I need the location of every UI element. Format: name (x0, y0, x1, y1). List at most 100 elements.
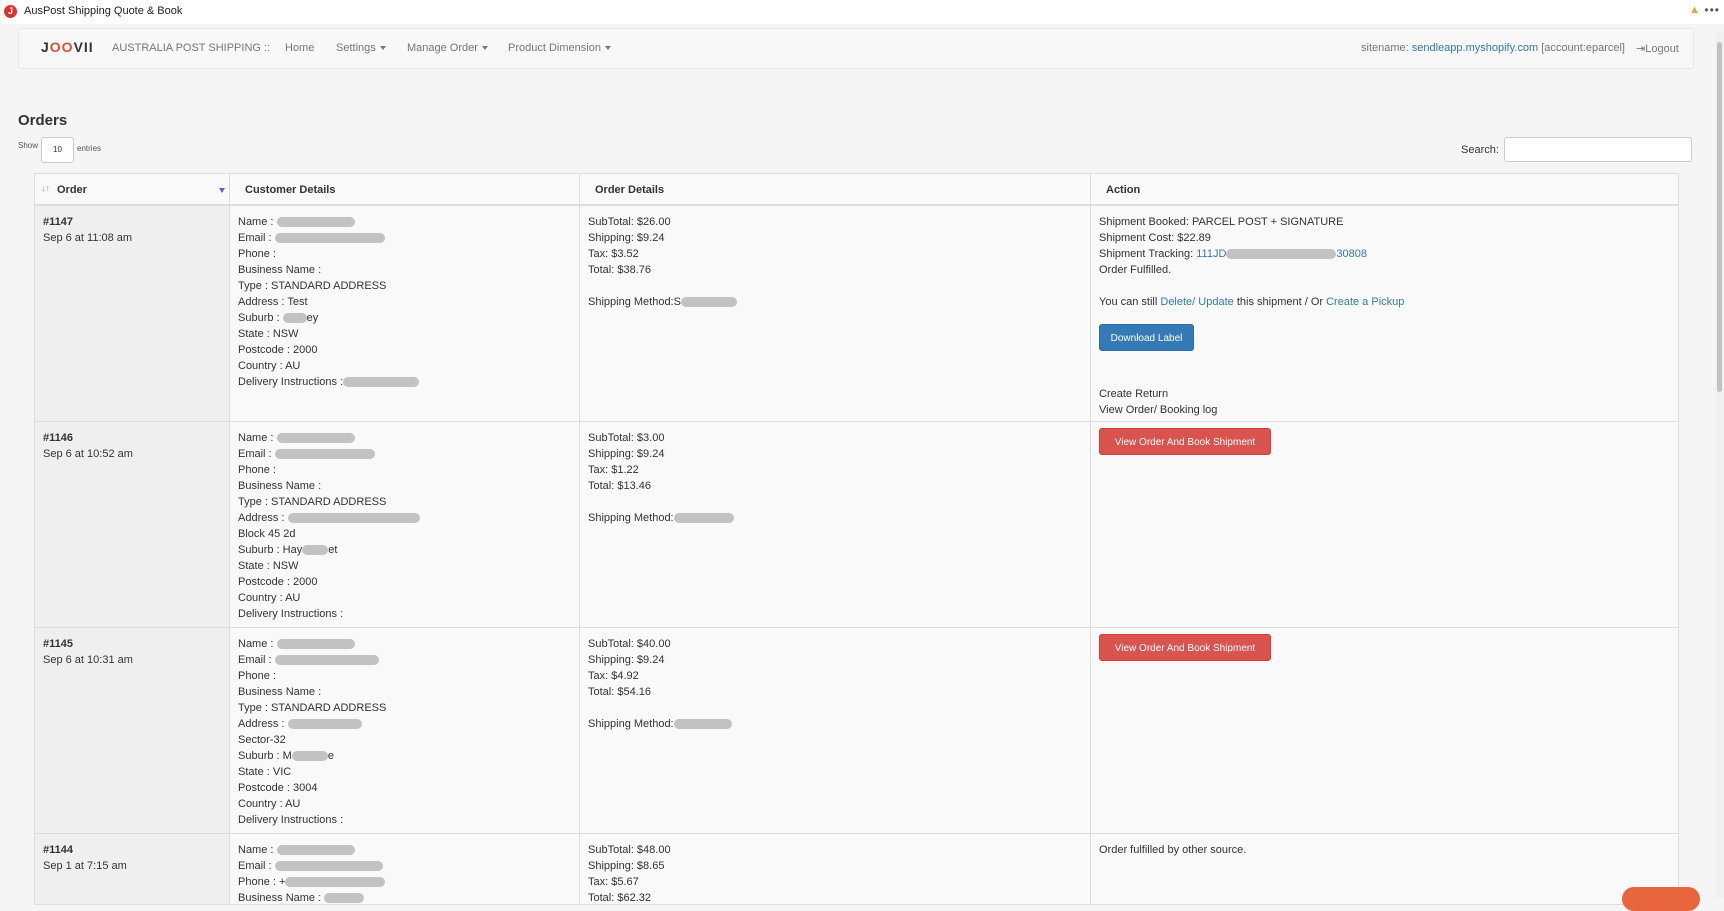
order-details-cell: SubTotal: $48.00 Shipping: $8.65 Tax: $5… (580, 834, 1091, 904)
order-date: Sep 1 at 7:15 am (43, 860, 127, 872)
shipment-booked: Shipment Booked: PARCEL POST + SIGNATURE (1099, 216, 1344, 228)
customer-type: Type : STANDARD ADDRESS (238, 280, 387, 292)
logo-oo: OO (49, 39, 74, 55)
shipping-method-label: Shipping Method: (588, 718, 674, 730)
pin-icon[interactable]: ▲ (1689, 4, 1700, 16)
table-row: #1147 Sep 6 at 11:08 am Name : Email : P… (35, 206, 1678, 422)
tracking-suffix: 30808 (1336, 248, 1367, 260)
search-label: Search: (1461, 144, 1499, 156)
customer-state: State : NSW (238, 328, 299, 340)
fulfilled-other-source-text: Order fulfilled by other source. (1099, 844, 1247, 856)
app-icon: J (4, 5, 17, 18)
customer-postcode: Postcode : 2000 (238, 344, 318, 356)
search-input[interactable] (1504, 137, 1692, 162)
order-subtotal: SubTotal: $3.00 (588, 432, 665, 444)
scrollbar-thumb[interactable] (1717, 42, 1722, 392)
chat-widget-button[interactable] (1622, 887, 1700, 911)
order-total: Total: $13.46 (588, 480, 651, 492)
order-shipping: Shipping: $9.24 (588, 654, 665, 666)
customer-cell: Name : Email : Phone : Business Name : T… (230, 628, 580, 833)
window-title: AusPost Shipping Quote & Book (24, 5, 183, 17)
customer-country: Country : AU (238, 592, 301, 604)
page-scrollbar[interactable] (1715, 32, 1724, 898)
order-tax: Tax: $5.67 (588, 876, 639, 888)
order-tax: Tax: $1.22 (588, 464, 639, 476)
nav-manage-order-dropdown[interactable]: Manage Order (407, 42, 488, 54)
nav-product-dimension-dropdown[interactable]: Product Dimension (508, 42, 611, 54)
order-number: #1145 (43, 638, 73, 650)
redacted-value (285, 877, 386, 888)
column-header-customer[interactable]: Customer Details (245, 184, 335, 196)
still-text: You can still (1099, 296, 1158, 308)
redacted-value (276, 639, 355, 650)
delete-link[interactable]: Delete/ (1160, 296, 1195, 308)
view-booking-log-link[interactable]: View Order/ Booking log (1099, 402, 1217, 418)
logout-label: Logout (1645, 43, 1679, 55)
shipping-method-label: Shipping Method:S (588, 296, 681, 308)
redacted-value (276, 433, 355, 444)
more-options-icon[interactable]: ••• (1704, 3, 1720, 17)
order-total: Total: $38.76 (588, 264, 651, 276)
logout-icon: ⇥ (1636, 43, 1646, 55)
order-subtotal: SubTotal: $40.00 (588, 638, 671, 650)
redacted-value (343, 377, 420, 388)
tracking-link[interactable]: 111JD 30808 (1196, 248, 1367, 260)
sitename-link[interactable]: sendleapp.myshopify.com (1412, 42, 1538, 54)
order-subtotal: SubTotal: $26.00 (588, 216, 671, 228)
redacted-value (302, 545, 329, 556)
orders-table: ↓↑ Order Customer Details Order Details … (34, 173, 1679, 905)
view-order-book-shipment-button[interactable]: View Order And Book Shipment (1099, 428, 1271, 455)
order-cell: #1145 Sep 6 at 10:31 am (35, 628, 230, 833)
customer-type: Type : STANDARD ADDRESS (238, 702, 387, 714)
sort-icon[interactable]: ↓↑ (41, 183, 50, 193)
customer-email-label: Email : (238, 860, 272, 872)
sitename-info: sitename: sendleapp.myshopify.com [accou… (1361, 42, 1625, 54)
view-order-book-shipment-button[interactable]: View Order And Book Shipment (1099, 634, 1271, 661)
customer-phone: Phone : (238, 670, 276, 682)
page-title: Orders (18, 112, 68, 129)
sort-desc-icon[interactable] (219, 188, 225, 193)
customer-state: State : NSW (238, 560, 299, 572)
order-tax: Tax: $4.92 (588, 670, 639, 682)
customer-suburb-rest: et (328, 544, 338, 556)
order-number: #1147 (43, 216, 73, 228)
top-navbar: JOOVII AUSTRALIA POST SHIPPING :: Home S… (18, 28, 1694, 69)
nav-home[interactable]: Home (285, 42, 314, 54)
order-number: #1144 (43, 844, 73, 856)
customer-address-label: Address : (238, 512, 285, 524)
column-header-action[interactable]: Action (1106, 184, 1140, 196)
customer-cell: Name : Email : Phone : + Business Name : (230, 834, 580, 904)
delivery-instructions-label: Delivery Instructions : (238, 376, 344, 388)
nav-product-dimension-label: Product Dimension (508, 42, 601, 54)
update-link[interactable]: Update (1198, 296, 1233, 308)
order-shipping: Shipping: $8.65 (588, 860, 665, 872)
window-titlebar: J AusPost Shipping Quote & Book ▲ ••• (0, 0, 1724, 24)
column-header-order[interactable]: Order (57, 184, 87, 196)
action-cell: Shipment Booked: PARCEL POST + SIGNATURE… (1091, 206, 1678, 421)
customer-address-line2: Sector-32 (238, 734, 286, 746)
order-date: Sep 6 at 11:08 am (43, 232, 133, 244)
download-label-button[interactable]: Download Label (1099, 324, 1194, 351)
customer-type: Type : STANDARD ADDRESS (238, 496, 387, 508)
entries-per-page-select[interactable]: 10 (41, 137, 74, 163)
create-pickup-link[interactable]: Create a Pickup (1326, 296, 1404, 308)
create-return-link[interactable]: Create Return (1099, 386, 1217, 402)
customer-name-label: Name : (238, 844, 274, 856)
column-header-order-details[interactable]: Order Details (595, 184, 664, 196)
redacted-value (274, 861, 383, 872)
redacted-value (673, 513, 734, 524)
logout-link[interactable]: ⇥Logout (1636, 42, 1679, 55)
redacted-value (287, 719, 362, 730)
order-date: Sep 6 at 10:52 am (43, 448, 133, 460)
order-fulfilled-text: Order Fulfilled. (1099, 264, 1172, 276)
joovii-logo[interactable]: JOOVII (41, 39, 94, 55)
redacted-value (680, 297, 737, 308)
nav-settings-dropdown[interactable]: Settings (336, 42, 386, 54)
redacted-value (291, 751, 328, 762)
order-details-cell: SubTotal: $3.00 Shipping: $9.24 Tax: $1.… (580, 422, 1091, 627)
order-details-cell: SubTotal: $26.00 Shipping: $9.24 Tax: $3… (580, 206, 1091, 421)
order-shipping: Shipping: $9.24 (588, 448, 665, 460)
customer-business-label: Business Name : (238, 892, 322, 904)
customer-phone-label: Phone : + (238, 876, 286, 888)
customer-email-label: Email : (238, 448, 272, 460)
